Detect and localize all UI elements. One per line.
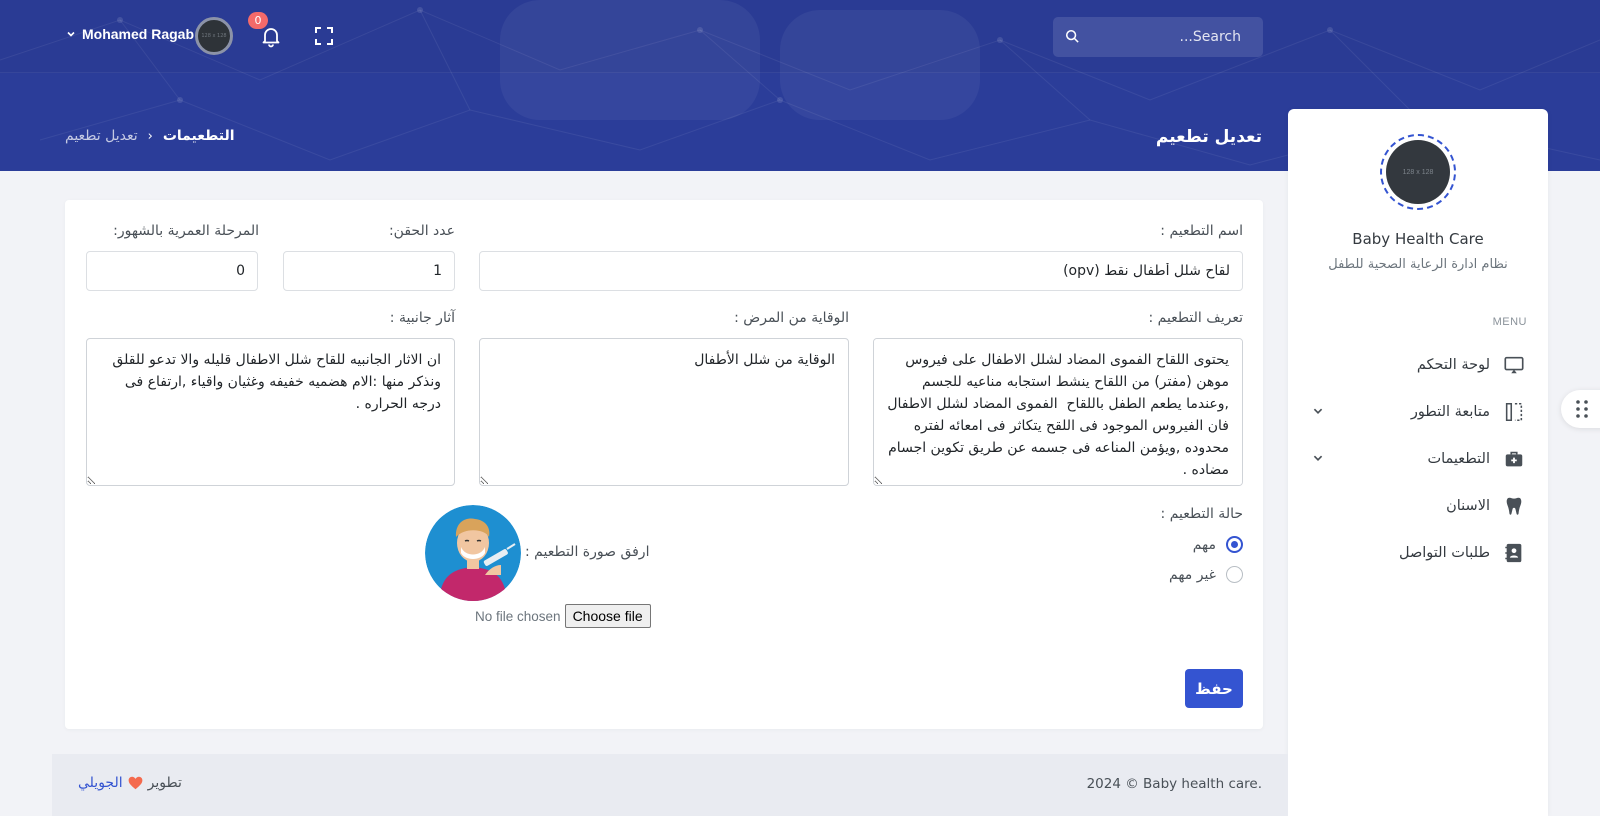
status-label: حالة التطعيم : — [1160, 506, 1243, 522]
sidebar-item-label: طلبات التواصل — [1398, 545, 1490, 561]
app-name: Baby Health Care — [1352, 230, 1484, 248]
save-button[interactable]: حفظ — [1185, 669, 1243, 708]
breadcrumb-current: تعديل تطعيم — [65, 128, 138, 144]
definition-label: تعريف التطعيم : — [1148, 310, 1243, 326]
age-stage-input[interactable] — [86, 251, 258, 291]
vaccination-image — [425, 505, 521, 601]
developer-credit: تطوير الجويلي — [78, 775, 182, 791]
settings-toggle[interactable] — [1561, 390, 1600, 428]
footer: 2024 © Baby health care. تطوير الجويلي — [52, 754, 1288, 816]
fullscreen-icon[interactable] — [312, 24, 336, 48]
prevention-textarea[interactable]: الوقاية من شلل الأطفال — [479, 338, 849, 486]
user-avatar[interactable]: 128 x 128 — [195, 17, 233, 55]
sidebar-item-teeth[interactable]: الاسنان — [1288, 486, 1548, 526]
sidebar-item-dashboard[interactable]: لوحة التحكم — [1288, 345, 1548, 385]
chevron-down-icon — [67, 31, 75, 37]
chevron-down-icon — [1313, 455, 1323, 461]
page-title: تعديل تطعيم — [1155, 127, 1262, 147]
medical-kit-icon — [1502, 447, 1526, 471]
sidebar: 128 x 128 Baby Health Care نظام ادارة ال… — [1288, 109, 1548, 816]
side-effects-label: آثار جانبية : — [389, 310, 455, 326]
menu-title: MENU — [1492, 316, 1527, 328]
choose-file-button[interactable]: Choose file — [564, 604, 651, 628]
sidebar-item-label: لوحة التحكم — [1416, 357, 1490, 373]
sidebar-item-label: الاسنان — [1446, 498, 1490, 514]
breadcrumb-vaccinations[interactable]: التطعيمات — [163, 128, 235, 144]
tooth-icon — [1502, 494, 1526, 518]
definition-textarea[interactable]: يحتوى اللقاح الفموى المضاد لشلل الاطفال … — [873, 338, 1243, 486]
status-option-not-important[interactable]: غير مهم — [1169, 566, 1243, 583]
app-subtitle: نظام ادارة الرعاية الصحية للطفل — [1328, 257, 1508, 272]
edit-vaccination-form: اسم التطعيم : عدد الحقن: المرحلة العمرية… — [65, 200, 1263, 729]
user-avatar-text: 128 x 128 — [201, 33, 227, 39]
radio-button[interactable] — [1226, 566, 1243, 583]
heart-icon — [128, 776, 142, 790]
dev-author-link[interactable]: الجويلي — [78, 775, 123, 791]
monitor-icon — [1502, 353, 1526, 377]
radio-label: غير مهم — [1169, 566, 1216, 583]
contact-book-icon — [1502, 541, 1526, 565]
notification-badge: 0 — [248, 12, 268, 29]
copyright: 2024 © Baby health care. — [1086, 776, 1262, 792]
status-option-important[interactable]: مهم — [1193, 536, 1243, 553]
search-input[interactable] — [1091, 29, 1241, 45]
dev-prefix: تطوير — [147, 775, 182, 791]
file-input[interactable]: No file chosen Choose file — [475, 604, 651, 628]
breadcrumb: التطعيمات ‹ تعديل تطعيم — [65, 128, 235, 144]
vaccine-name-label: اسم التطعيم : — [1160, 223, 1243, 239]
user-menu[interactable]: Mohamed Ragab — [66, 26, 194, 42]
radio-button[interactable] — [1226, 536, 1243, 553]
sidebar-item-development[interactable]: متابعة التطور — [1288, 392, 1548, 432]
sidebar-item-contact-requests[interactable]: طلبات التواصل — [1288, 533, 1548, 573]
doses-count-label: عدد الحقن: — [388, 223, 455, 239]
grip-dots-icon — [1576, 400, 1588, 418]
breadcrumb-separator-icon: ‹ — [147, 128, 153, 144]
radio-label: مهم — [1192, 536, 1216, 553]
columns-icon — [1502, 400, 1526, 424]
file-status: No file chosen — [475, 608, 561, 624]
doses-count-input[interactable] — [283, 251, 455, 291]
age-stage-label: المرحلة العمرية بالشهور: — [113, 223, 259, 239]
side-effects-textarea[interactable]: ان الاثار الجانبيه للقاح شلل الاطفال قلي… — [86, 338, 455, 486]
prevention-label: الوقاية من المرض : — [734, 310, 849, 326]
sidebar-item-vaccinations[interactable]: التطعيمات — [1288, 439, 1548, 479]
user-name: Mohamed Ragab — [82, 26, 195, 42]
search-icon — [1065, 29, 1079, 43]
vaccine-name-input[interactable] — [479, 251, 1243, 291]
search-box[interactable] — [1053, 17, 1263, 57]
sidebar-logo: 128 x 128 — [1380, 134, 1456, 210]
chevron-down-icon — [1313, 408, 1323, 414]
image-upload-label: ارفق صورة التطعيم : — [525, 544, 650, 560]
sidebar-logo-text: 128 x 128 — [1386, 140, 1450, 204]
